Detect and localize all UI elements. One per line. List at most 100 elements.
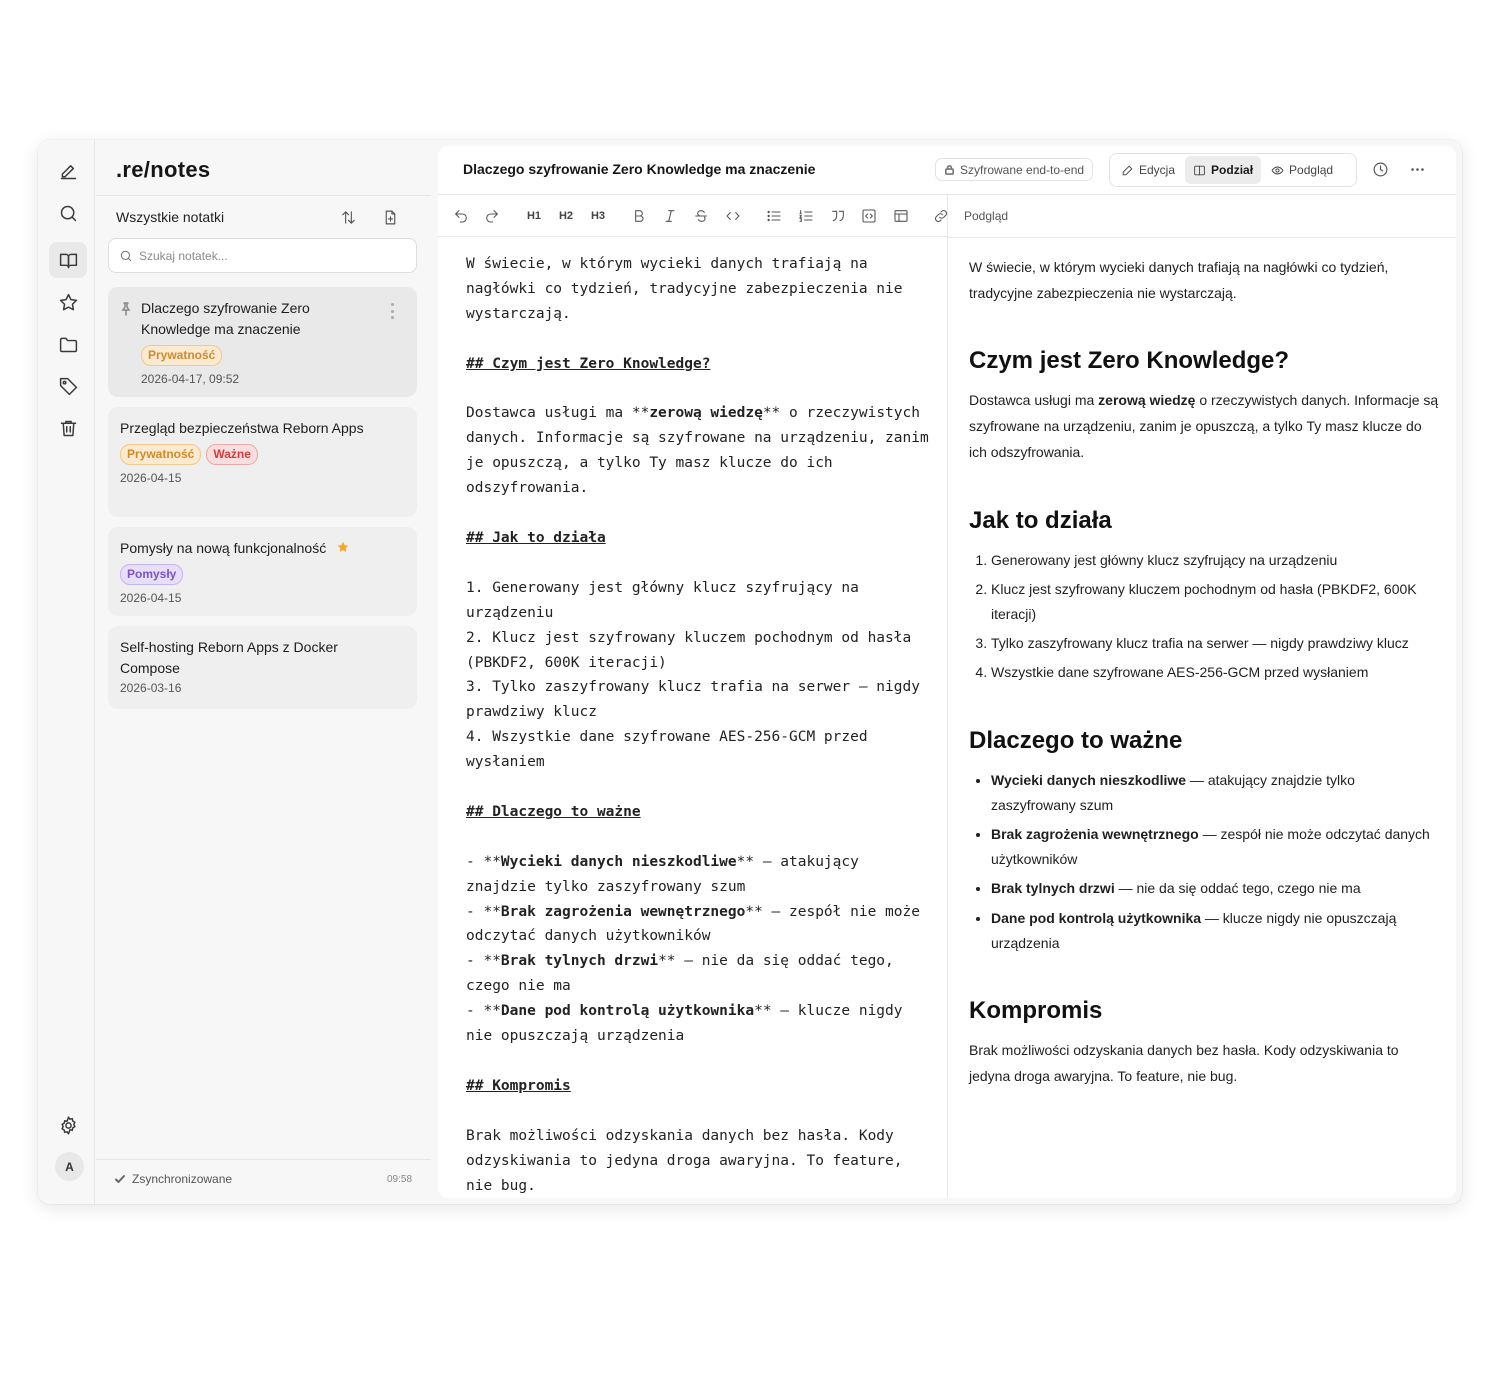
note-date: 2026-03-16 bbox=[120, 681, 182, 695]
sync-time: 09:58 bbox=[387, 1174, 413, 1185]
note-title: Dlaczego szyfrowanie Zero Knowledge ma z… bbox=[141, 300, 310, 337]
star-filled-icon bbox=[337, 541, 349, 552]
split-divider[interactable] bbox=[947, 195, 948, 1198]
new-note-file-button[interactable] bbox=[379, 206, 401, 228]
folder-icon bbox=[59, 337, 77, 352]
redo-button[interactable] bbox=[483, 205, 501, 227]
link-icon bbox=[934, 209, 947, 223]
editor-line: - **Wycieki danych nieszkodliwe** — atak… bbox=[466, 853, 868, 895]
search-icon bbox=[60, 205, 76, 221]
settings-button[interactable] bbox=[49, 1107, 87, 1143]
pencil-icon bbox=[1122, 165, 1133, 175]
editor-line: W świecie, w którym wycieki danych trafi… bbox=[466, 256, 912, 322]
search-button[interactable] bbox=[49, 195, 87, 231]
gear-icon bbox=[60, 1115, 76, 1135]
preview-heading: Kompromis bbox=[969, 996, 1103, 1024]
code-icon bbox=[726, 212, 740, 220]
mode-preview-button[interactable]: Podgląd bbox=[1263, 156, 1341, 184]
search-box bbox=[108, 238, 417, 273]
note-card[interactable]: Przegląd bezpieczeństwa Reborn Apps Pryw… bbox=[108, 407, 417, 517]
favorites-button[interactable] bbox=[49, 284, 87, 320]
preview-paragraph: Brak możliwości odzyskania danych bez ha… bbox=[969, 1041, 1399, 1084]
more-button[interactable] bbox=[1406, 158, 1428, 180]
inline-code-button[interactable] bbox=[724, 205, 742, 227]
code-block-button[interactable] bbox=[860, 205, 878, 227]
sort-icon bbox=[341, 210, 355, 224]
table-button[interactable] bbox=[892, 205, 910, 227]
editor-heading: ## Czym jest Zero Knowledge? bbox=[466, 355, 711, 372]
list-item: Brak zagrożenia wewnętrznego — zespół ni… bbox=[991, 822, 1439, 872]
preview-label: Podgląd bbox=[964, 209, 1009, 223]
sync-status: Zsynchronizowane bbox=[114, 1172, 232, 1186]
pencil-icon bbox=[60, 164, 76, 179]
search-icon bbox=[120, 250, 132, 261]
mode-label: Edycja bbox=[1139, 163, 1176, 177]
notes-list-panel: .re/notes Wszystkie notatki Dlaczego szy… bbox=[96, 140, 431, 1204]
history-button[interactable] bbox=[1369, 158, 1391, 180]
bullet-list-icon bbox=[767, 210, 781, 222]
preview-heading: Dlaczego to ważne bbox=[969, 726, 1183, 754]
search-input[interactable] bbox=[139, 248, 409, 263]
trash-button[interactable] bbox=[49, 410, 87, 446]
mode-label: Podział bbox=[1211, 163, 1254, 177]
file-plus-icon bbox=[385, 210, 395, 224]
tags-button[interactable] bbox=[49, 368, 87, 404]
link-button[interactable] bbox=[932, 205, 947, 227]
new-note-button[interactable] bbox=[49, 153, 87, 189]
tag-badge: Pomysły bbox=[120, 564, 184, 585]
preview-paragraph: Dostawca usługi ma zerową wiedzę o rzecz… bbox=[969, 392, 1439, 460]
heading2-button[interactable]: H2 bbox=[556, 205, 576, 227]
clock-icon bbox=[1373, 162, 1387, 176]
heading1-button[interactable]: H1 bbox=[524, 205, 544, 227]
avatar[interactable]: A bbox=[55, 1152, 84, 1181]
app-logo: .re/notes bbox=[116, 157, 211, 182]
bullet-list-button[interactable] bbox=[765, 205, 783, 227]
preview-paragraph: W świecie, w którym wycieki danych trafi… bbox=[969, 259, 1389, 301]
mode-edit-button[interactable]: Edycja bbox=[1113, 156, 1183, 184]
document-title[interactable]: Dlaczego szyfrowanie Zero Knowledge ma z… bbox=[463, 161, 815, 177]
preview-heading: Czym jest Zero Knowledge? bbox=[969, 347, 1290, 375]
markdown-preview: W świecie, w którym wycieki danych trafi… bbox=[969, 255, 1439, 1089]
notes-button[interactable] bbox=[49, 242, 87, 278]
tag-icon bbox=[59, 377, 77, 395]
sort-button[interactable] bbox=[337, 206, 359, 228]
lock-icon bbox=[945, 165, 954, 175]
editor-heading: ## Kompromis bbox=[466, 1077, 571, 1094]
editor-line: 1. Generowany jest główny klucz szyfrują… bbox=[466, 579, 868, 621]
list-title: Wszystkie notatki bbox=[116, 209, 225, 225]
editor-line: 4. Wszystkie dane szyfrowane AES-256-GCM… bbox=[466, 729, 877, 771]
italic-button[interactable] bbox=[661, 205, 679, 227]
more-vertical-icon[interactable] bbox=[389, 303, 395, 319]
note-title: Pomysły na nową funkcjonalność bbox=[120, 540, 327, 556]
bold-button[interactable] bbox=[630, 205, 648, 227]
redo-icon bbox=[486, 210, 498, 223]
mode-split-button[interactable]: Podział bbox=[1185, 156, 1262, 184]
folders-button[interactable] bbox=[49, 326, 87, 362]
list-item: Wycieki danych nieszkodliwe — atakujący … bbox=[991, 768, 1439, 818]
numbered-list-button[interactable] bbox=[797, 205, 815, 227]
note-date: 2026-04-15 bbox=[120, 591, 182, 605]
pin-icon bbox=[120, 302, 132, 316]
undo-button[interactable] bbox=[452, 205, 470, 227]
quote-icon bbox=[832, 210, 844, 222]
list-item: Brak tylnych drzwi — nie da się oddać te… bbox=[991, 876, 1439, 901]
view-mode-switch: Edycja Podział Podgląd bbox=[1109, 153, 1357, 187]
check-icon bbox=[115, 1175, 125, 1183]
editor-line: Dostawca usługi ma **zerową wiedzę** o r… bbox=[466, 405, 938, 497]
editor-line: 2. Klucz jest szyfrowany kluczem pochodn… bbox=[466, 629, 920, 671]
eye-icon bbox=[1271, 166, 1284, 174]
note-card[interactable]: Pomysły na nową funkcjonalność Pomysły 2… bbox=[108, 527, 417, 616]
heading3-button[interactable]: H3 bbox=[588, 205, 608, 227]
icon-rail: A bbox=[38, 140, 95, 1204]
list-item: Klucz jest szyfrowany kluczem pochodnym … bbox=[991, 577, 1439, 627]
table-icon bbox=[894, 210, 908, 222]
list-item: Tylko zaszyfrowany klucz trafia na serwe… bbox=[991, 631, 1439, 656]
tag-badge: Ważne bbox=[206, 444, 258, 465]
sync-status-label: Zsynchronizowane bbox=[132, 1172, 233, 1186]
quote-button[interactable] bbox=[829, 205, 847, 227]
strikethrough-button[interactable] bbox=[692, 205, 710, 227]
markdown-editor[interactable]: W świecie, w którym wycieki danych trafi… bbox=[466, 252, 936, 1198]
preview-bullet-list: Wycieki danych nieszkodliwe — atakujący … bbox=[969, 768, 1439, 956]
note-card[interactable]: Self-hosting Reborn Apps z Docker Compos… bbox=[108, 626, 417, 709]
note-card[interactable]: Dlaczego szyfrowanie Zero Knowledge ma z… bbox=[108, 287, 417, 397]
